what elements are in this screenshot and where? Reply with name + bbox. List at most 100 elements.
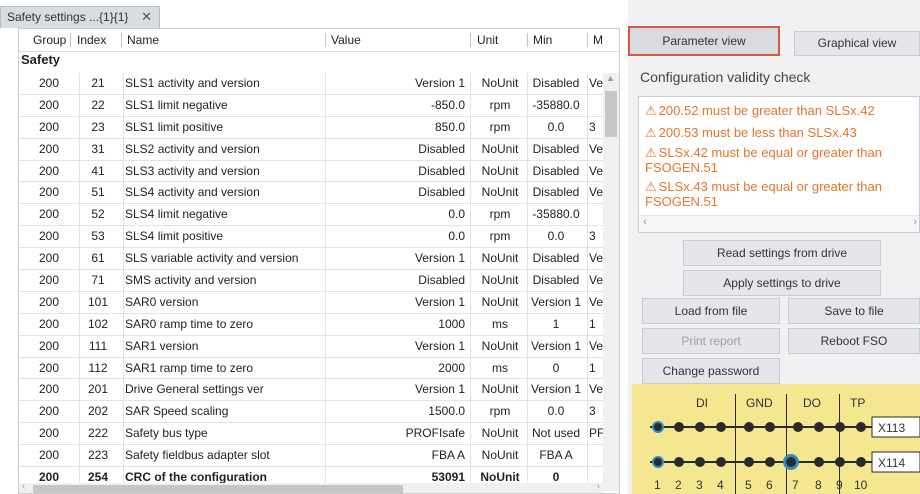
- cell-group: 200: [38, 97, 60, 112]
- table-row[interactable]: 200 23 SLS1 limit positive 850.0 rpm 0.0 3: [19, 116, 603, 139]
- cell-value[interactable]: 1000: [325, 314, 465, 335]
- col-header-name[interactable]: Name: [127, 29, 159, 51]
- col-header-min[interactable]: Min: [533, 29, 552, 51]
- cell-unit: rpm: [489, 404, 511, 419]
- close-icon[interactable]: ✕: [141, 7, 152, 27]
- tab-safety-settings[interactable]: Safety settings ...{1}{1} ✕: [0, 6, 160, 28]
- grid-line: [470, 248, 471, 270]
- cell-index: 222: [87, 426, 109, 441]
- change-password-button[interactable]: Change password: [642, 358, 780, 384]
- scroll-left-icon[interactable]: ‹: [643, 216, 647, 228]
- col-header-group[interactable]: Group: [33, 29, 66, 51]
- scroll-left-icon[interactable]: ‹: [22, 481, 25, 492]
- cell-value[interactable]: Version 1: [325, 292, 465, 313]
- cell-value[interactable]: 1500.0: [325, 401, 465, 422]
- cell-index: 71: [91, 273, 105, 288]
- cell-value[interactable]: -850.0: [325, 95, 465, 116]
- load-from-file-button[interactable]: Load from file: [642, 298, 780, 324]
- column-divider[interactable]: [121, 33, 122, 47]
- cell-value[interactable]: FBA A: [325, 445, 465, 466]
- graphical-view-button[interactable]: Graphical view: [794, 31, 920, 56]
- cell-value[interactable]: Disabled: [325, 182, 465, 203]
- cell-value[interactable]: Disabled: [325, 161, 465, 182]
- column-divider[interactable]: [70, 33, 71, 47]
- warning-item: ⚠ SLSx.42 must be equal or greater than F…: [645, 145, 907, 175]
- scroll-right-icon[interactable]: ›: [597, 481, 600, 492]
- table-row[interactable]: 200 201 Drive General settings ver Version …: [19, 379, 603, 402]
- cell-value[interactable]: Disabled: [325, 139, 465, 160]
- column-divider[interactable]: [527, 33, 528, 47]
- pin: [835, 457, 845, 467]
- cell-group: 200: [38, 229, 60, 244]
- table-row[interactable]: 200 111 SAR1 version Version 1 NoUnit Version…: [19, 335, 603, 358]
- pin: [674, 457, 684, 467]
- table-row[interactable]: 200 53 SLS4 limit positive 0.0 rpm 0.0 3: [19, 226, 603, 249]
- connector-label-x113: X113: [878, 421, 906, 435]
- table-row[interactable]: 200 223 Safety fieldbus adapter slot FBA A N…: [19, 445, 603, 468]
- horizontal-scrollbar[interactable]: ‹ ›: [19, 481, 603, 493]
- table-row[interactable]: 200 112 SAR1 ramp time to zero 2000 ms 0 1: [19, 357, 603, 380]
- print-report-button[interactable]: Print report: [642, 328, 780, 354]
- grid-line: [470, 94, 471, 116]
- table-row[interactable]: 200 21 SLS1 activity and version Version 1 N…: [19, 73, 603, 95]
- cell-min: Disabled: [532, 273, 580, 288]
- table-row[interactable]: 200 31 SLS2 activity and version Disabled No…: [19, 138, 603, 161]
- table-row[interactable]: 200 102 SAR0 ramp time to zero 1000 ms 1 1: [19, 313, 603, 336]
- column-divider[interactable]: [470, 33, 471, 47]
- cell-group: 200: [38, 360, 60, 375]
- col-header-index[interactable]: Index: [77, 29, 106, 51]
- column-divider[interactable]: [587, 33, 588, 47]
- pin: [716, 422, 726, 432]
- pin: [856, 457, 866, 467]
- grid-line: [587, 138, 588, 160]
- warning-item: ⚠ SLSx.43 must be equal or greater than F…: [645, 179, 907, 209]
- cell-name: Safety fieldbus adapter slot: [125, 448, 270, 463]
- table-row[interactable]: 200 71 SMS activity and version Disabled NoU…: [19, 270, 603, 292]
- scrollbar-thumb[interactable]: [33, 485, 403, 493]
- grid-line: [587, 270, 588, 292]
- cell-value[interactable]: PROFIsafe: [325, 423, 465, 444]
- cell-value[interactable]: Version 1: [325, 73, 465, 94]
- cell-value[interactable]: 2000: [325, 358, 465, 379]
- apply-settings-button[interactable]: Apply settings to drive: [683, 270, 881, 296]
- grid-line: [470, 401, 471, 423]
- table-row[interactable]: 200 222 Safety bus type PROFIsafe NoUnit Not …: [19, 423, 603, 446]
- table-row[interactable]: 200 101 SAR0 version Version 1 NoUnit Version…: [19, 291, 603, 314]
- cell-value[interactable]: Version 1: [325, 379, 465, 400]
- cell-value[interactable]: 0.0: [325, 204, 465, 225]
- table-row[interactable]: 200 41 SLS3 activity and version Disabled No…: [19, 160, 603, 183]
- pin: [814, 457, 824, 467]
- parameter-view-button[interactable]: Parameter view: [628, 26, 780, 56]
- cell-name: SAR Speed scaling: [125, 404, 229, 419]
- col-header-max[interactable]: M: [593, 29, 603, 51]
- cell-group: 200: [38, 338, 60, 353]
- cell-min: 0: [552, 360, 560, 375]
- scroll-up-icon[interactable]: ▲: [606, 73, 615, 83]
- col-header-unit[interactable]: Unit: [477, 29, 498, 51]
- cell-value[interactable]: Disabled: [325, 270, 465, 291]
- reboot-fso-button[interactable]: Reboot FSO: [788, 328, 920, 354]
- cell-group: 200: [38, 404, 60, 419]
- table-row[interactable]: 200 52 SLS4 limit negative 0.0 rpm -35880.0: [19, 204, 603, 227]
- table-row[interactable]: 200 51 SLS4 activity and version Disabled No…: [19, 182, 603, 205]
- cell-value[interactable]: 850.0: [325, 117, 465, 138]
- cell-value[interactable]: 0.0: [325, 226, 465, 247]
- scroll-right-icon[interactable]: ›: [913, 216, 917, 228]
- cell-value[interactable]: Version 1: [325, 248, 465, 269]
- table-row[interactable]: 200 61 SLS variable activity and version Ve…: [19, 248, 603, 271]
- vertical-scrollbar[interactable]: ▲: [603, 73, 619, 491]
- pin: [765, 422, 775, 432]
- col-header-value[interactable]: Value: [331, 29, 361, 51]
- table-row[interactable]: 200 202 SAR Speed scaling 1500.0 rpm 0.0 3: [19, 401, 603, 424]
- horizontal-scrollbar[interactable]: ‹ ›: [639, 215, 919, 232]
- pin: [793, 422, 803, 432]
- cell-max: 3: [589, 404, 596, 419]
- grid-line: [123, 116, 124, 138]
- cell-group: 200: [38, 426, 60, 441]
- scrollbar-thumb[interactable]: [605, 91, 617, 137]
- read-settings-button[interactable]: Read settings from drive: [683, 240, 881, 266]
- cell-value[interactable]: Version 1: [325, 336, 465, 357]
- column-divider[interactable]: [325, 33, 326, 47]
- table-row[interactable]: 200 22 SLS1 limit negative -850.0 rpm -35880.…: [19, 94, 603, 117]
- save-to-file-button[interactable]: Save to file: [788, 298, 920, 324]
